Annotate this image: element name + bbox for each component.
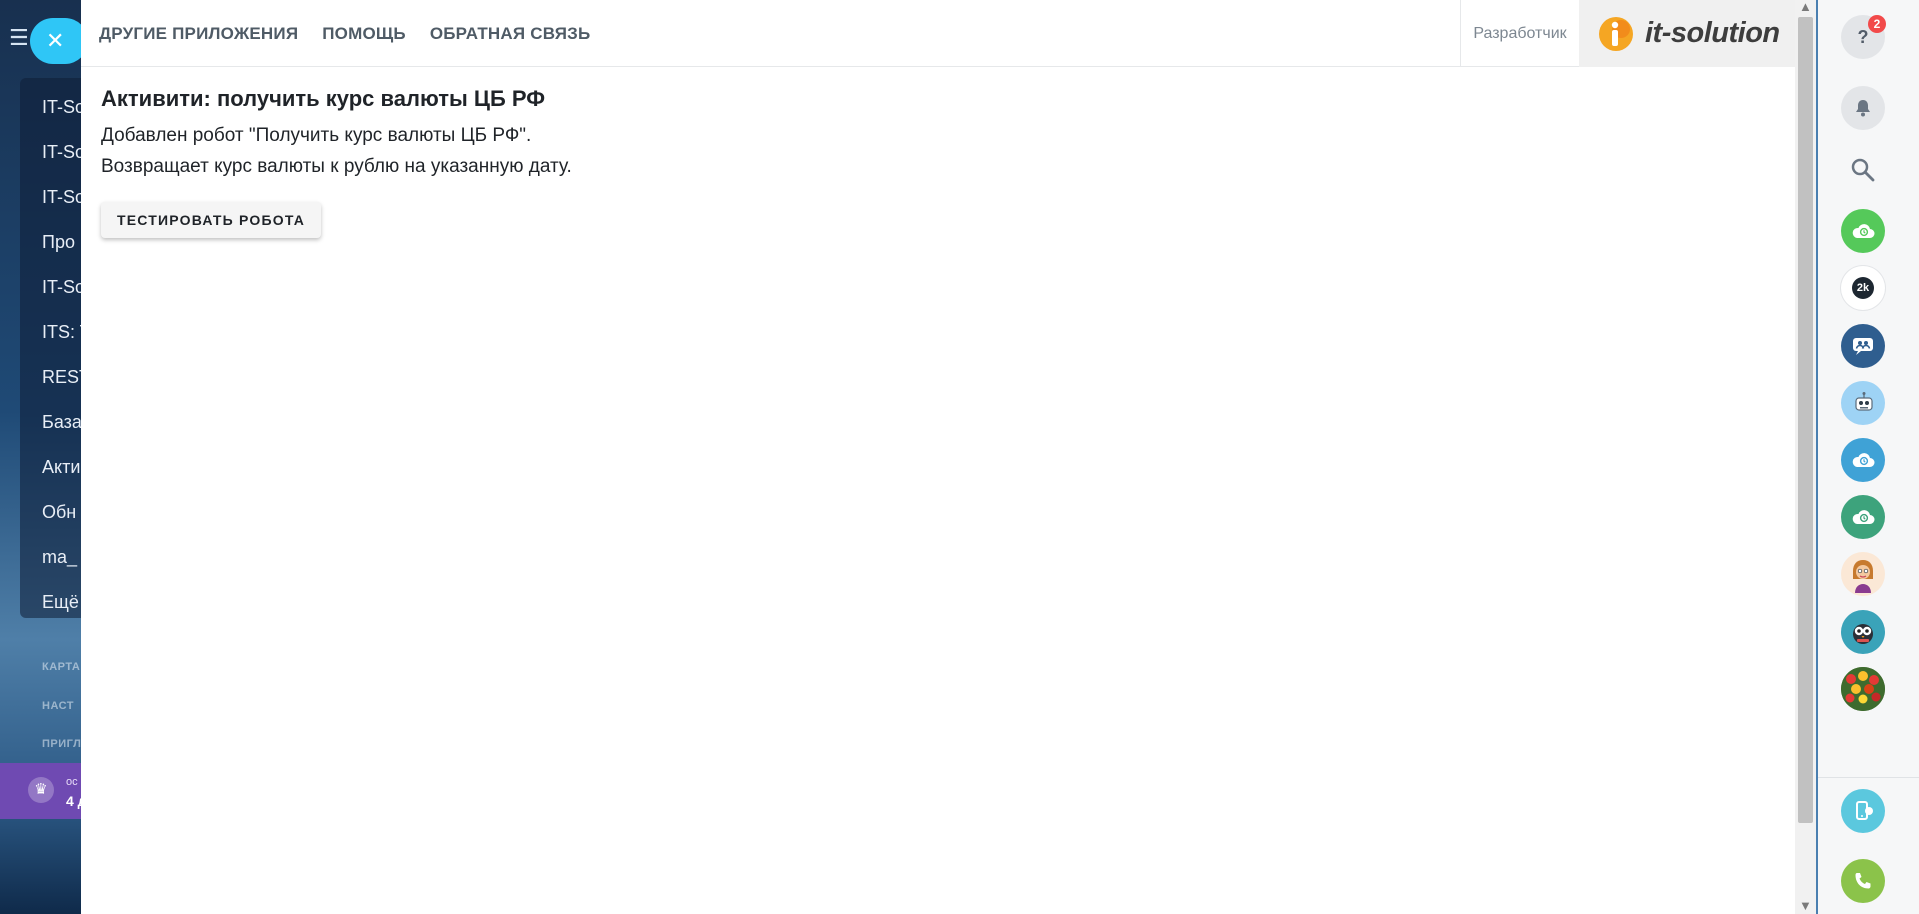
description-text: Добавлен робот "Получить курс валюты ЦБ … (101, 125, 532, 146)
left-menu-item[interactable]: Акти (42, 457, 80, 478)
phone-call-icon[interactable] (1841, 859, 1885, 903)
bell-icon[interactable] (1841, 86, 1885, 130)
cloud-clock-icon[interactable] (1841, 438, 1885, 482)
developer-section: Разработчик (1460, 0, 1579, 67)
left-menu-item[interactable]: REST (42, 367, 81, 388)
left-menu-item[interactable]: База (42, 412, 81, 433)
description-text: Возвращает курс валюты к рублю на указан… (101, 156, 572, 177)
cloud-clock-icon[interactable] (1841, 209, 1885, 253)
hamburger-menu-icon[interactable]: ☰ (9, 27, 31, 49)
app-slider: ДРУГИЕ ПРИЛОЖЕНИЯ ПОМОЩЬ ОБРАТНАЯ СВЯЗЬ … (81, 0, 1795, 914)
left-section-link[interactable]: НАСТ (42, 700, 74, 712)
left-menu-item[interactable]: Про (42, 232, 75, 253)
left-menu-item[interactable]: IT-So (42, 142, 81, 163)
vertical-scrollbar[interactable]: ▲ ▼ (1795, 0, 1816, 914)
left-menu-item[interactable]: ma_ (42, 547, 77, 568)
left-menu-item[interactable]: Обн (42, 502, 76, 523)
left-menu-more[interactable]: Ещё (42, 592, 79, 613)
cloud-clock-icon[interactable] (1841, 495, 1885, 539)
it-solution-logo-icon (1599, 16, 1633, 51)
app-header: ДРУГИЕ ПРИЛОЖЕНИЯ ПОМОЩЬ ОБРАТНАЯ СВЯЗЬ … (81, 0, 1795, 67)
app-content: Активити: получить курс валюты ЦБ РФ Доб… (101, 86, 572, 238)
left-section-link[interactable]: ПРИГЛ (42, 738, 81, 750)
scroll-up-arrow-icon[interactable]: ▲ (1799, 0, 1812, 13)
license-promo[interactable]: ♛ ос 4 д (0, 763, 81, 819)
nav-help[interactable]: ПОМОЩЬ (322, 24, 406, 44)
portal-background: ☰ IT-So IT-So IT-So Про IT-So ITS: T RES… (0, 0, 81, 914)
left-menu-item[interactable]: IT-So (42, 97, 81, 118)
avatar-2k[interactable]: 2k (1841, 266, 1885, 310)
test-robot-button[interactable]: ТЕСТИРОВАТЬ РОБОТА (101, 202, 322, 238)
left-menu-item[interactable]: ITS: T (42, 322, 81, 343)
phone-device-icon[interactable] (1841, 789, 1885, 833)
app-top-nav: ДРУГИЕ ПРИЛОЖЕНИЯ ПОМОЩЬ ОБРАТНАЯ СВЯЗЬ (99, 0, 590, 67)
scrollbar-thumb[interactable] (1798, 17, 1813, 823)
developer-label: Разработчик (1473, 24, 1567, 42)
help-badge: 2 (1868, 15, 1886, 33)
left-menu-item[interactable]: IT-So (42, 187, 81, 208)
avatar-flowers[interactable] (1841, 667, 1885, 711)
slider-close-button[interactable]: ✕ (30, 18, 81, 64)
promo-days: 4 д (66, 793, 81, 809)
right-sidebar: ? 2 2k (1816, 0, 1919, 914)
close-icon: ✕ (46, 28, 65, 53)
avatar-owl[interactable] (1841, 610, 1885, 654)
crown-icon: ♛ (28, 777, 54, 803)
left-menu-item[interactable]: IT-So (42, 277, 81, 298)
sidebar-divider (1818, 777, 1919, 778)
group-chat-icon[interactable] (1841, 324, 1885, 368)
robot-avatar[interactable] (1841, 381, 1885, 425)
promo-text: ос (66, 776, 78, 788)
page-title: Активити: получить курс валюты ЦБ РФ (101, 86, 546, 111)
scroll-down-arrow-icon[interactable]: ▼ (1799, 899, 1812, 912)
logo-text: it-solution (1645, 17, 1780, 49)
left-section-link[interactable]: КАРТА (42, 661, 80, 673)
developer-logo[interactable]: it-solution (1579, 0, 1795, 67)
nav-feedback[interactable]: ОБРАТНАЯ СВЯЗЬ (430, 24, 591, 44)
nav-other-apps[interactable]: ДРУГИЕ ПРИЛОЖЕНИЯ (99, 24, 298, 44)
avatar-woman[interactable] (1841, 552, 1885, 596)
search-icon[interactable] (1848, 155, 1878, 185)
